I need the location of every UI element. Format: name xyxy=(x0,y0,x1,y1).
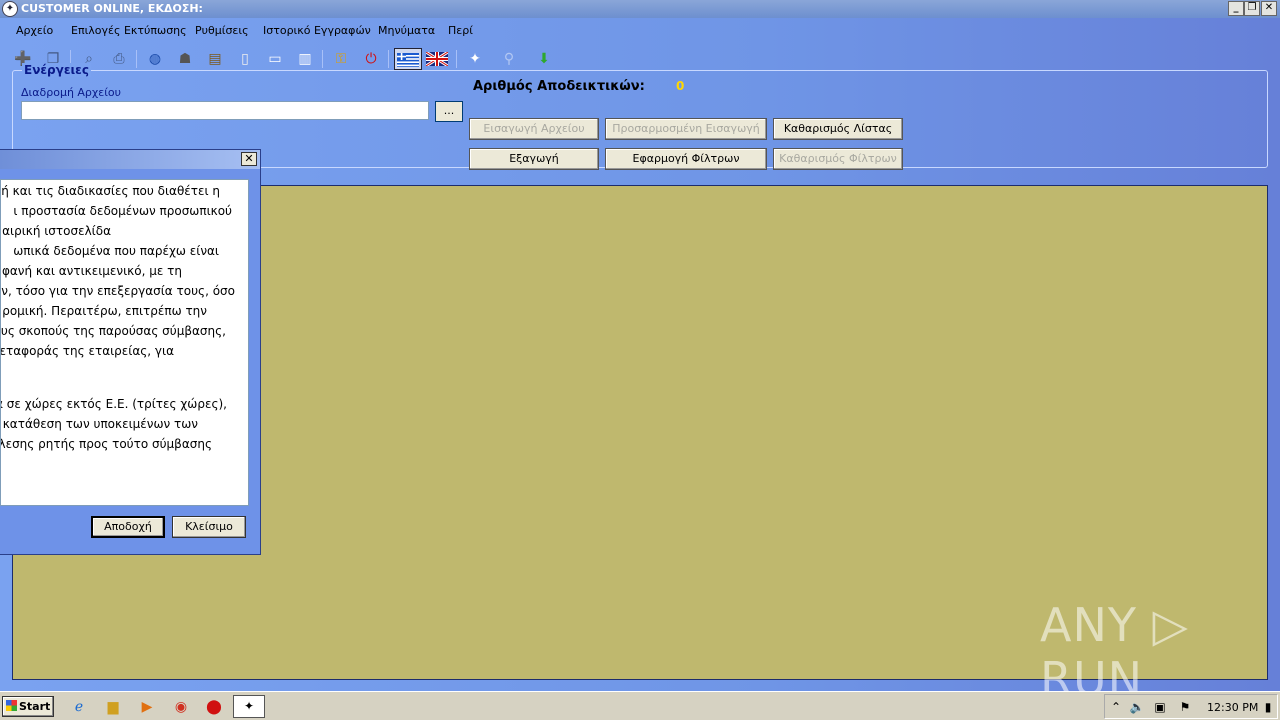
dialog-text-line: φανή και αντικειμενικό, με τη xyxy=(1,264,182,278)
app-logo-icon[interactable]: ✦ xyxy=(464,48,486,70)
opera-icon[interactable]: ⬤ xyxy=(204,697,224,717)
clear-filters-button[interactable]: Καθαρισμός Φίλτρων xyxy=(773,148,903,170)
toolbar: ➕ ❐ ⌕ ⎙ ◍ ☗ ▤ ▯ ▭ ▥ ⚿ ⏻ ✦ ⚲ ⬇ xyxy=(0,46,1280,72)
dialog-close-button[interactable]: Κλείσιμο xyxy=(172,516,246,538)
show-desktop-icon[interactable]: ▮ xyxy=(1260,699,1276,715)
actions-group-title: Ενέργειες xyxy=(22,63,91,77)
file-path-input[interactable] xyxy=(21,101,429,120)
taskbar-app-customer-online[interactable]: ✦ xyxy=(233,695,265,718)
taskbar: Start ℯ ▆ ▶ ◉ ⬤ ✦ ⌃ 🔈 ▣ ⚑ ▮ 12:30 PM xyxy=(0,691,1280,720)
download-icon[interactable]: ⬇ xyxy=(533,48,555,70)
window-icon[interactable]: ▭ xyxy=(264,48,286,70)
clock: 12:30 PM xyxy=(1207,701,1259,714)
file-path-label: Διαδρομή Αρχείου xyxy=(21,86,122,99)
dialog-text-line: εταφοράς της εταιρείας, για xyxy=(0,344,174,358)
windows-logo-icon xyxy=(6,700,17,711)
dialog-text-box: ή και τις διαδικασίες που διαθέτει η ι π… xyxy=(0,179,249,506)
receipts-count-label: Αριθμός Αποδεικτικών: xyxy=(473,79,645,94)
network-icon[interactable]: ▣ xyxy=(1152,699,1168,715)
toolbar-separator xyxy=(136,50,137,68)
chrome-icon[interactable]: ◉ xyxy=(171,697,191,717)
document-icon[interactable]: ▯ xyxy=(234,48,256,70)
dialog-text-line: να σε χώρες εκτός Ε.Ε. (τρίτες χώρες), xyxy=(0,397,227,411)
greek-flag-icon[interactable] xyxy=(394,48,422,70)
toolbar-separator xyxy=(456,50,457,68)
users-icon[interactable]: ☗ xyxy=(174,48,196,70)
menu-file[interactable]: Αρχείο xyxy=(16,24,53,37)
dialog-text-line: ρομική. Περαιτέρω, επιτρέπω την xyxy=(2,304,207,318)
internet-explorer-icon[interactable]: ℯ xyxy=(69,697,89,717)
clear-list-button[interactable]: Καθαρισμός Λίστας xyxy=(773,118,903,140)
window-title-bar: ✦ CUSTOMER ONLINE, ΕΚΔΟΣΗ: _ ❐ ✕ xyxy=(0,0,1280,18)
dialog-text-line: ή και τις διαδικασίες που διαθέτει η xyxy=(1,184,220,198)
restore-button[interactable]: ❐ xyxy=(1244,1,1260,16)
app-logo-icon: ✦ xyxy=(2,1,18,17)
clipboard-icon[interactable]: ▤ xyxy=(204,48,226,70)
dialog-text-line: αιρική ιστοσελίδα xyxy=(2,224,111,238)
media-player-icon[interactable]: ▶ xyxy=(137,697,157,717)
dialog-text-line: λεσης ρητής προς τούτο σύμβασης xyxy=(0,437,212,451)
terms-dialog: ✕ ή και τις διαδικασίες που διαθέτει η ι… xyxy=(0,149,261,555)
receipts-count-value: 0 xyxy=(676,79,685,93)
toolbar-separator xyxy=(388,50,389,68)
dialog-text-line: ν, τόσο για την επεξεργασία τους, όσο xyxy=(1,284,235,298)
menu-print-options[interactable]: Επιλογές Εκτύπωσης xyxy=(71,24,187,37)
dialog-close-icon[interactable]: ✕ xyxy=(241,152,257,166)
start-label: Start xyxy=(19,700,51,713)
accept-button[interactable]: Αποδοχή xyxy=(91,516,165,538)
menu-settings[interactable]: Ρυθμίσεις xyxy=(195,24,249,37)
window-title: CUSTOMER ONLINE, ΕΚΔΟΣΗ: xyxy=(21,2,203,15)
flag-icon[interactable]: ⚑ xyxy=(1177,699,1193,715)
custom-import-button[interactable]: Προσαρμοσμένη Εισαγωγή xyxy=(605,118,767,140)
search-icon[interactable]: ⚲ xyxy=(498,48,520,70)
dialog-text-line: ωπικά δεδομένα που παρέχω είναι xyxy=(13,244,219,258)
menu-history[interactable]: Ιστορικό Εγγραφών xyxy=(263,24,371,37)
watermark: ANY ▷ RUN xyxy=(1040,598,1189,706)
print-icon[interactable]: ⎙ xyxy=(108,48,130,70)
key-icon[interactable]: ⚿ xyxy=(330,48,352,70)
chevron-up-icon[interactable]: ⌃ xyxy=(1108,699,1124,715)
apply-filters-button[interactable]: Εφαρμογή Φίλτρων xyxy=(605,148,767,170)
menu-about[interactable]: Περί xyxy=(448,24,473,37)
menu-messages[interactable]: Μηνύματα xyxy=(378,24,435,37)
dialog-title-bar xyxy=(0,150,260,169)
import-file-button[interactable]: Εισαγωγή Αρχείου xyxy=(469,118,599,140)
power-icon[interactable]: ⏻ xyxy=(360,48,382,70)
export-button[interactable]: Εξαγωγή xyxy=(469,148,599,170)
close-button[interactable]: ✕ xyxy=(1261,1,1277,16)
browse-button[interactable]: ... xyxy=(435,101,463,122)
book-icon[interactable]: ▥ xyxy=(294,48,316,70)
menu-bar: Αρχείο Επιλογές Εκτύπωσης Ρυθμίσεις Ιστο… xyxy=(0,22,1280,40)
dialog-text-line: ι προστασία δεδομένων προσωπικού xyxy=(13,204,232,218)
dialog-text-line: κατάθεση των υποκειμένων των xyxy=(2,417,198,431)
folder-icon[interactable]: ▆ xyxy=(103,697,123,717)
toolbar-separator xyxy=(322,50,323,68)
dialog-text-line: υς σκοπούς της παρούσας σύμβασης, xyxy=(0,324,226,338)
app-logo-icon: ✦ xyxy=(243,699,255,713)
uk-flag-icon[interactable] xyxy=(425,48,449,70)
minimize-button[interactable]: _ xyxy=(1228,1,1244,16)
volume-icon[interactable]: 🔈 xyxy=(1129,699,1145,715)
start-button[interactable]: Start xyxy=(2,696,54,717)
web-globe-icon[interactable]: ◍ xyxy=(144,48,166,70)
